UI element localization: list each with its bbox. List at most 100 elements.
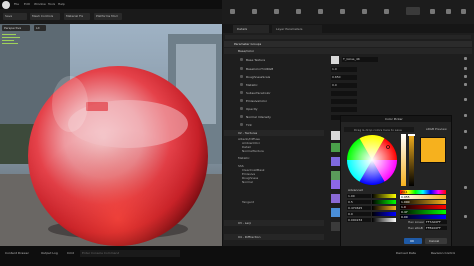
color-picker-titlebar[interactable]: Color Picker (341, 116, 451, 122)
toolbar-icon-4[interactable] (296, 9, 301, 14)
console-command-input[interactable]: Enter Console Command (80, 250, 180, 257)
parameter-groups-header[interactable]: Parameter Groups (224, 41, 472, 47)
hsv-field[interactable]: 1.000 (400, 200, 446, 204)
hsv-field[interactable]: 0.955 (400, 195, 446, 199)
menu-window[interactable]: Window (34, 2, 46, 6)
reset-arrow-icon[interactable] (464, 83, 467, 86)
texture-thumbnail[interactable] (331, 56, 339, 64)
value-field[interactable]: 0.0 (331, 83, 357, 88)
value-field[interactable]: 0.000234 (347, 218, 371, 222)
texture-swatch[interactable] (331, 222, 340, 231)
viewport-lit-button[interactable]: Lit (34, 25, 46, 31)
reset-arrow-icon[interactable] (464, 130, 467, 133)
toolbar-icon-9[interactable] (430, 9, 435, 14)
texture-swatch[interactable] (331, 143, 340, 152)
hex-srgb-input[interactable]: FFB100FF (425, 226, 447, 230)
viewport[interactable]: Perspective Lit (0, 24, 222, 246)
checkbox-icon[interactable] (240, 99, 243, 102)
checkbox-icon[interactable] (240, 67, 243, 70)
texture-swatch[interactable] (331, 131, 340, 140)
value-slider[interactable] (409, 134, 414, 186)
group-header-textures[interactable]: 02 - Textures (224, 130, 324, 136)
ok-button[interactable]: OK (404, 238, 422, 244)
derived-data-button[interactable]: Derived Data (395, 250, 425, 257)
checkbox-icon[interactable] (240, 58, 243, 61)
rgb-field[interactable]: 0.00 (400, 215, 446, 219)
checkbox-icon[interactable] (240, 123, 243, 126)
value-field[interactable]: 0.5 (347, 200, 371, 204)
checkbox-icon[interactable] (240, 115, 243, 118)
toolbar-icon-11[interactable] (461, 9, 466, 14)
hex-linear-input[interactable]: FF7A00FF (425, 220, 447, 224)
toolbar-icon-5[interactable] (318, 9, 323, 14)
value-field[interactable] (331, 107, 357, 112)
output-log-button[interactable]: Output Log (38, 250, 64, 257)
toolbar-active-icon[interactable] (406, 7, 420, 15)
toolbar-icon-3[interactable] (274, 9, 279, 14)
mesh-controls-button[interactable]: Mesh Controls (30, 13, 60, 20)
reset-arrow-icon[interactable] (464, 57, 467, 60)
menu-file[interactable]: File (14, 2, 19, 6)
saved-colors-bar[interactable]: Drag & drop colors here to save (344, 127, 414, 132)
texture-swatch[interactable] (331, 171, 340, 180)
viewport-mode-button[interactable]: Perspective (2, 25, 30, 31)
toolbar-icon-1[interactable] (230, 9, 235, 14)
checkbox-icon[interactable] (240, 83, 243, 86)
group-header-base-color[interactable]: Base/Color (224, 48, 472, 54)
gradient-bar[interactable] (372, 200, 396, 204)
group-header-diffraction[interactable]: 04 - Diffraction (224, 234, 324, 240)
value-slider-handle[interactable] (408, 134, 415, 136)
checkbox-icon[interactable] (240, 107, 243, 110)
texture-swatch[interactable] (331, 180, 340, 189)
gradient-bar[interactable] (372, 212, 396, 216)
gradient-bar[interactable] (372, 206, 396, 210)
value-field[interactable]: 1.00 (347, 194, 371, 198)
tree-item[interactable]: NormalTexture (242, 149, 264, 153)
menu-tools[interactable]: Tools (48, 2, 55, 6)
material-fix-button[interactable]: Material Fix (64, 13, 90, 20)
tab-details[interactable]: Details (233, 25, 269, 33)
tree-item[interactable]: Normal (242, 180, 253, 184)
menu-help[interactable]: Help (58, 2, 65, 6)
tree-item[interactable]: Metallic (238, 156, 250, 160)
cmd-dropdown[interactable]: Cmd (66, 250, 78, 257)
group-header-lerp[interactable]: 03 - Lerp (224, 220, 324, 226)
reset-arrow-icon[interactable] (464, 114, 467, 117)
reset-arrow-icon[interactable] (464, 215, 467, 218)
value-field[interactable] (331, 99, 357, 104)
texture-name-field[interactable]: T_Gloss_4K (342, 57, 378, 62)
save-button[interactable]: Save (3, 13, 27, 20)
rgb-field[interactable]: 1.0 (400, 205, 446, 209)
content-drawer-button[interactable]: Content Drawer (2, 250, 32, 257)
rgb-field[interactable]: 0.47 (400, 210, 446, 214)
reset-arrow-icon[interactable] (464, 146, 467, 149)
texture-swatch[interactable] (331, 157, 340, 166)
value-field[interactable]: 1.0 (331, 67, 357, 72)
menu-edit[interactable]: Edit (24, 2, 30, 6)
toolbar-icon-7[interactable] (362, 9, 367, 14)
checkbox-icon[interactable] (240, 91, 243, 94)
toolbar-icon-10[interactable] (446, 9, 451, 14)
hsv-field[interactable]: 24.1 (400, 190, 446, 194)
reset-arrow-icon[interactable] (464, 75, 467, 78)
color-wheel[interactable] (347, 135, 397, 185)
value-field[interactable]: 0.470625 (347, 206, 371, 210)
toolbar-icon-6[interactable] (340, 9, 345, 14)
value-field[interactable]: 0.0 (347, 212, 371, 216)
texture-swatch[interactable] (331, 194, 340, 203)
cancel-button[interactable]: Cancel (425, 238, 447, 244)
gradient-bar[interactable] (372, 218, 396, 222)
reset-arrow-icon[interactable] (464, 67, 467, 70)
toolbar-icon-8[interactable] (384, 9, 389, 14)
saturation-slider[interactable] (401, 134, 406, 186)
value-field[interactable]: 0.650 (331, 75, 357, 80)
checkbox-icon[interactable] (240, 75, 243, 78)
platforms-button[interactable]: Platforms Mod (94, 13, 122, 20)
tree-item[interactable]: Tangent (242, 200, 254, 204)
gradient-bar[interactable] (372, 194, 396, 198)
app-logo-icon[interactable] (2, 1, 10, 9)
value-field[interactable] (331, 91, 357, 96)
revision-control-button[interactable]: Revision Control (430, 250, 470, 257)
reset-arrow-icon[interactable] (464, 98, 467, 101)
toolbar-icon-2[interactable] (252, 9, 257, 14)
